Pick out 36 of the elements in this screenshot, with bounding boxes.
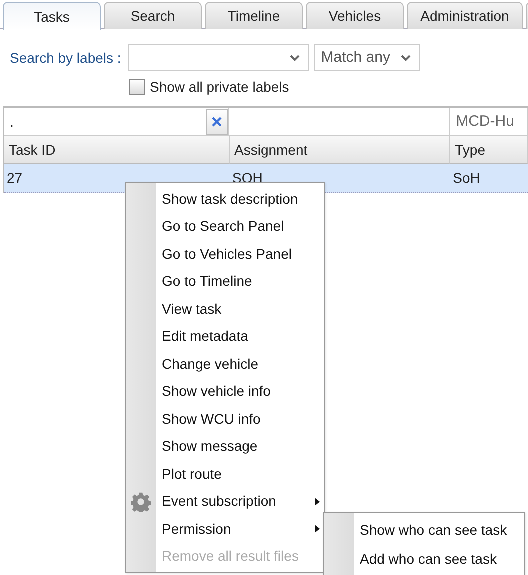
tab[interactable]: Timeline xyxy=(205,2,303,29)
menu-item[interactable]: Go to Vehicles Panel xyxy=(126,240,324,268)
menu-item[interactable]: Show WCU info xyxy=(126,405,324,432)
column-header[interactable]: Type xyxy=(450,136,528,164)
search-label: Search by labels : xyxy=(10,50,122,66)
menu-item[interactable]: Go to Search Panel xyxy=(126,212,324,240)
submenu-arrow-icon xyxy=(315,525,320,533)
menu-item[interactable]: Edit metadata xyxy=(126,322,324,350)
chevron-icon xyxy=(401,55,412,61)
checkbox-label: Show all private labels xyxy=(150,79,290,95)
tab[interactable]: Search xyxy=(104,2,202,29)
table-cell-text: 27 xyxy=(6,169,24,188)
clear-icon[interactable] xyxy=(206,108,228,134)
filter-field[interactable]: . xyxy=(10,108,206,135)
menu-item[interactable]: Add who can see task xyxy=(324,544,524,573)
table-cell-text: SoH xyxy=(452,169,482,188)
labels-dropdown[interactable] xyxy=(128,44,310,71)
menu-item[interactable]: Plot route xyxy=(126,460,324,488)
menu-item[interactable]: Show message xyxy=(126,432,324,460)
menu-item[interactable]: Permission xyxy=(126,515,324,542)
tab[interactable]: Tasks xyxy=(3,2,101,30)
gear-icon xyxy=(131,492,151,512)
match-dropdown[interactable]: Match any xyxy=(314,44,420,71)
menu-item[interactable]: View task xyxy=(126,295,324,322)
menu-item[interactable]: Show who can see task xyxy=(324,515,524,544)
column-header[interactable]: Task ID xyxy=(4,136,230,164)
menu-item[interactable]: Go to Timeline xyxy=(126,268,324,295)
checkbox[interactable] xyxy=(129,79,145,95)
column-header[interactable]: Assignment xyxy=(230,136,450,164)
tab[interactable]: Vehicles xyxy=(306,2,404,29)
tab[interactable]: Administration xyxy=(407,2,523,29)
menu-item[interactable]: Show vehicle info xyxy=(126,378,324,405)
menu-item[interactable]: Event subscription xyxy=(126,488,324,515)
chevron-icon xyxy=(290,55,300,61)
menu-item[interactable]: Change vehicle xyxy=(126,350,324,378)
submenu-arrow-icon xyxy=(315,498,320,506)
